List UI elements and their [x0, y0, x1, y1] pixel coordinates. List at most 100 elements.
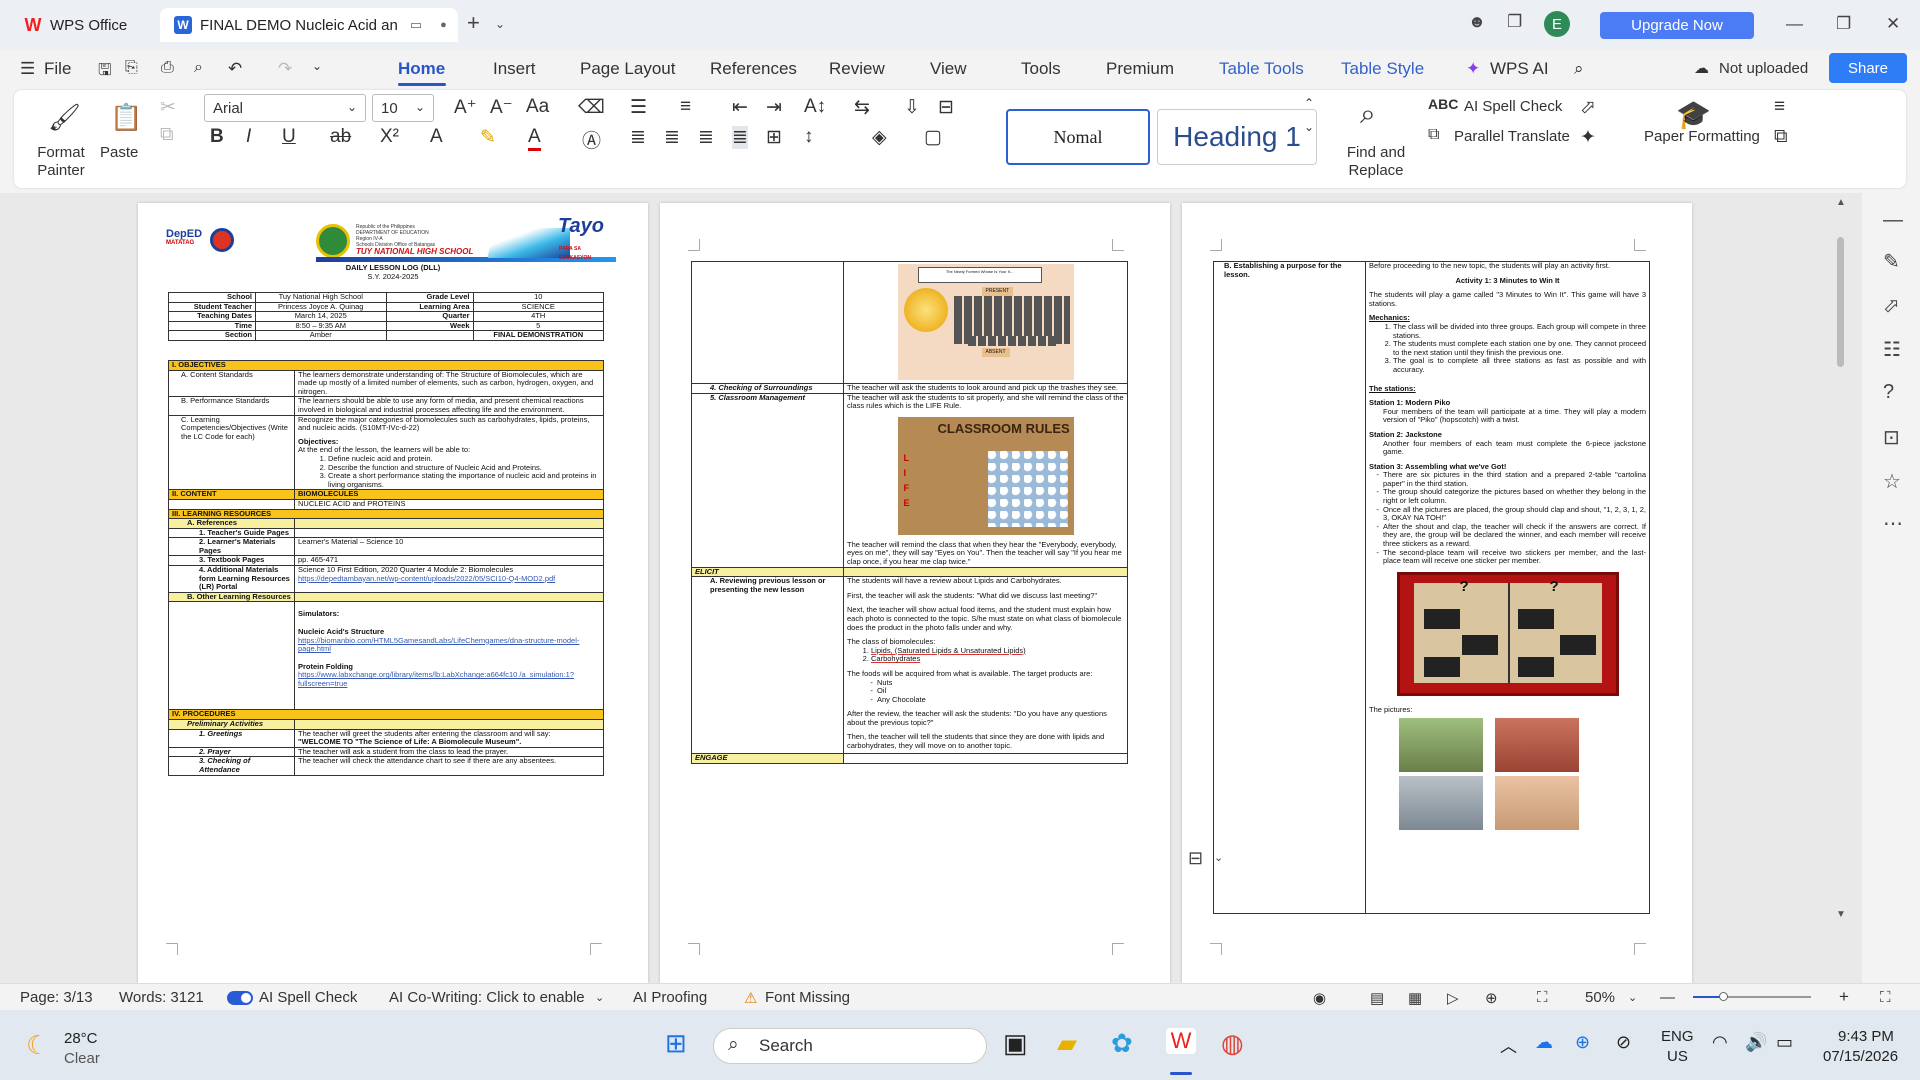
- clock-date[interactable]: 07/15/2026: [1823, 1048, 1898, 1065]
- search-icon[interactable]: ⌕: [1574, 59, 1584, 79]
- tab-page-layout[interactable]: Page Layout: [580, 59, 675, 79]
- restore-icon[interactable]: ❐: [1836, 14, 1851, 34]
- redo-icon[interactable]: ↷: [278, 59, 292, 79]
- show-marks-icon[interactable]: ⊟: [938, 96, 954, 119]
- scroll-down-icon[interactable]: ▼: [1836, 909, 1846, 920]
- file-explorer-icon[interactable]: ▰: [1057, 1028, 1077, 1059]
- copilot-icon[interactable]: ☻: [1468, 12, 1486, 32]
- ai-spell-check-label[interactable]: AI Spell Check: [1464, 98, 1562, 115]
- ai-proofing[interactable]: AI Proofing: [633, 989, 707, 1006]
- monitor-icon[interactable]: ▭: [410, 17, 422, 33]
- more-icon[interactable]: ⋯: [1883, 511, 1903, 536]
- styles-down-icon[interactable]: ⌄: [1304, 120, 1314, 134]
- shading-icon[interactable]: ◈: [872, 126, 887, 149]
- page-indicator[interactable]: Page: 3/13: [20, 989, 93, 1006]
- highlight-icon[interactable]: ✎: [480, 126, 496, 149]
- weather-icon[interactable]: ☾: [26, 1030, 49, 1061]
- ai-translate-icon[interactable]: ✦: [1580, 126, 1596, 149]
- sim1-link[interactable]: https://biomanbio.com/HTML5GamesandLabs/…: [298, 636, 600, 654]
- wps-ai-icon[interactable]: ✦: [1466, 59, 1480, 79]
- ai-co-writing[interactable]: AI Co-Writing: Click to enable: [389, 989, 585, 1006]
- spell-check-icon[interactable]: ABC: [1428, 96, 1458, 112]
- tab-tools[interactable]: Tools: [1021, 59, 1061, 79]
- zoom-out-icon[interactable]: —: [1660, 989, 1675, 1006]
- parallel-translate-label[interactable]: Parallel Translate: [1454, 128, 1570, 145]
- print-icon[interactable]: ⎙: [161, 59, 174, 77]
- zoom-slider[interactable]: [1693, 992, 1811, 1001]
- play-icon[interactable]: ▷: [1447, 989, 1459, 1007]
- tab-wps-office[interactable]: W WPS Office: [10, 8, 155, 42]
- select-icon[interactable]: ⬀: [1580, 96, 1596, 119]
- borders-icon[interactable]: ▢: [924, 126, 942, 149]
- paste-label[interactable]: Paste: [100, 144, 138, 161]
- ai-spell-toggle[interactable]: AI Spell Check: [227, 989, 357, 1006]
- chrome-icon[interactable]: ◍: [1221, 1028, 1244, 1059]
- strikethrough-icon[interactable]: ab: [330, 126, 351, 148]
- network-status-icon[interactable]: ⊘: [1616, 1032, 1631, 1053]
- fit-page-icon[interactable]: ⛶: [1537, 989, 1548, 1006]
- window-icon[interactable]: ❐: [1507, 12, 1522, 32]
- font-size-select[interactable]: 10 ⌄: [372, 94, 434, 122]
- increase-font-icon[interactable]: A⁺: [454, 96, 477, 119]
- tab-references[interactable]: References: [710, 59, 797, 79]
- zoom-handle[interactable]: [1719, 992, 1728, 1001]
- page-3[interactable]: B. Establishing a purpose for the lesson…: [1182, 203, 1692, 983]
- wifi-icon[interactable]: ◠: [1712, 1032, 1728, 1053]
- tab-table-style[interactable]: Table Style: [1341, 59, 1424, 79]
- zoom-level[interactable]: 50%: [1585, 989, 1615, 1006]
- tab-insert[interactable]: Insert: [493, 59, 536, 79]
- page-2[interactable]: The Newly Formed Whose Is Your It... PRE…: [660, 203, 1170, 983]
- toggle-switch[interactable]: [227, 991, 253, 1006]
- tab-table-tools[interactable]: Table Tools: [1219, 59, 1304, 79]
- list-style-icon[interactable]: ≡: [1774, 96, 1785, 118]
- chevron-down-icon[interactable]: ⌄: [1628, 991, 1637, 1004]
- paste-icon[interactable]: 📋: [110, 102, 142, 133]
- arrange-icon[interactable]: ⧉: [1774, 126, 1788, 148]
- page-view-icon[interactable]: ▤: [1370, 989, 1384, 1007]
- align-left-icon[interactable]: ≣: [630, 126, 646, 149]
- format-painter-icon[interactable]: 🖌: [48, 102, 81, 133]
- tab-premium[interactable]: Premium: [1106, 59, 1174, 79]
- align-center-icon[interactable]: ≣: [664, 126, 680, 149]
- line-break-icon[interactable]: ⇆: [854, 96, 870, 119]
- copilot-app-icon[interactable]: ✿: [1111, 1028, 1133, 1059]
- find-icon[interactable]: ⌕: [1360, 98, 1376, 131]
- scroll-up-icon[interactable]: ▲: [1836, 197, 1846, 208]
- char-border-icon[interactable]: Ⓐ: [582, 126, 601, 153]
- weather-condition[interactable]: Clear: [64, 1050, 100, 1067]
- word-count[interactable]: Words: 3121: [119, 989, 204, 1006]
- pen-icon[interactable]: ✎: [1883, 249, 1900, 274]
- paper-formatting-icon[interactable]: 🎓: [1676, 98, 1711, 131]
- chevron-down-icon[interactable]: ⌄: [595, 991, 604, 1004]
- undo-icon[interactable]: ↶: [228, 59, 242, 79]
- share-button[interactable]: Share: [1829, 53, 1907, 83]
- hamburger-icon[interactable]: ☰: [20, 59, 35, 79]
- vpn-icon[interactable]: ⊕: [1575, 1032, 1590, 1053]
- font-color-icon[interactable]: A: [528, 126, 541, 151]
- font-name-select[interactable]: Arial ⌄: [204, 94, 366, 122]
- decrease-font-icon[interactable]: A⁻: [490, 96, 513, 119]
- distributed-icon[interactable]: ⊞: [766, 126, 782, 149]
- page-1[interactable]: DepED MATATAG Republic of the Philippines…: [138, 203, 648, 983]
- help-icon[interactable]: ?: [1883, 381, 1894, 404]
- underline-icon[interactable]: U: [282, 126, 296, 148]
- font-missing[interactable]: Font Missing: [765, 989, 850, 1006]
- chevron-down-icon[interactable]: ⌄: [1214, 851, 1223, 864]
- tab-document[interactable]: W FINAL DEMO Nucleic Acid an ▭ ●: [160, 8, 458, 42]
- tab-wps-ai[interactable]: WPS AI: [1490, 59, 1549, 79]
- text-effect-icon[interactable]: A: [430, 126, 443, 148]
- language-code[interactable]: ENG: [1661, 1028, 1694, 1045]
- language-region[interactable]: US: [1667, 1048, 1688, 1065]
- styles-up-icon[interactable]: ⌃: [1304, 96, 1314, 110]
- print-preview-icon[interactable]: ⌕: [194, 59, 203, 77]
- volume-icon[interactable]: 🔊: [1745, 1032, 1767, 1053]
- sort-icon[interactable]: ⇩: [904, 96, 920, 119]
- change-case-icon[interactable]: Aa: [526, 96, 549, 118]
- close-icon[interactable]: ✕: [1886, 14, 1900, 34]
- tab-view[interactable]: View: [930, 59, 967, 79]
- battery-icon[interactable]: ▭: [1776, 1032, 1793, 1053]
- collapse-icon[interactable]: —: [1883, 209, 1903, 232]
- upgrade-button[interactable]: Upgrade Now: [1600, 12, 1754, 39]
- chevron-down-icon[interactable]: ⌄: [312, 59, 322, 73]
- screenshot-icon[interactable]: ⊡: [1883, 425, 1900, 450]
